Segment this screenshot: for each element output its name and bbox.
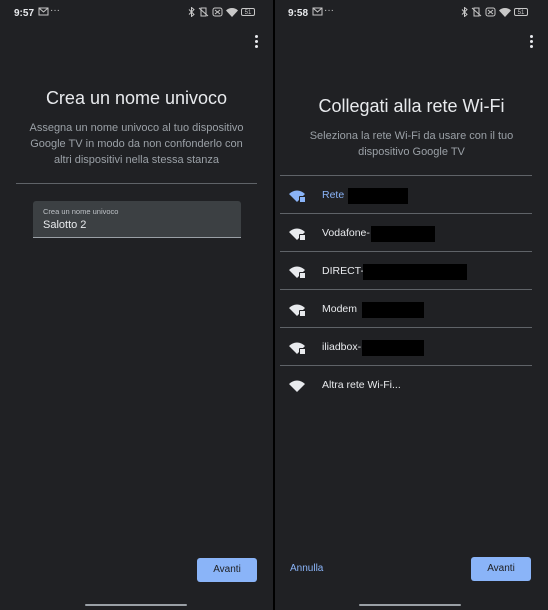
status-time: 9:58 [288,8,309,19]
bluetooth-icon [461,6,468,19]
lock-icon [299,272,306,279]
gesture-nav-handle[interactable] [85,604,187,606]
wifi-ssid: Altra rete Wi-Fi... [322,379,401,391]
status-bar: 9:58 ··· 51 [275,0,548,26]
redacted-ssid [371,226,435,242]
vibrate-off-icon [471,7,482,19]
wifi-network-item[interactable]: Modem [275,290,548,328]
bluetooth-icon [188,6,195,19]
wifi-icon [226,7,238,19]
redacted-ssid [348,188,408,204]
page-title: Collegati alla rete Wi-Fi [318,96,505,116]
status-bar: 9:57 ··· 51 [0,0,273,26]
more-notifications-icon: ··· [324,5,334,16]
wifi-ssid: DIRECT- [322,265,364,277]
overflow-menu-icon[interactable] [251,34,261,50]
status-time: 9:57 [14,8,35,19]
redacted-ssid [362,340,424,356]
wifi-ssid: Vodafone- [322,227,370,239]
alarm-icon [485,7,496,19]
gesture-nav-handle[interactable] [359,604,461,606]
wifi-network-item[interactable]: Altra rete Wi-Fi... [275,366,548,404]
wifi-network-item[interactable]: Vodafone- [275,214,548,252]
wifi-ssid: Modem [322,303,358,315]
cancel-button[interactable]: Annulla [290,563,323,574]
page-description: Assegna un nome univoco al tuo dispositi… [29,122,244,166]
alarm-icon [212,7,223,19]
device-name-field[interactable]: Crea un nome univoco Salotto 2 [33,201,241,238]
redacted-ssid [363,264,467,280]
page-title: Crea un nome univoco [45,88,228,108]
gmail-icon [312,7,323,18]
wifi-network-item[interactable]: DIRECT- [275,252,548,290]
wifi-icon [289,379,305,392]
wifi-network-item[interactable]: Rete [275,176,548,214]
vibrate-off-icon [198,7,209,19]
gmail-icon [38,7,49,18]
name-device-screen: 9:57 ··· 51 Crea un nome univoco Assegna… [0,0,273,610]
battery-icon: 51 [514,8,528,16]
lock-icon [299,234,306,241]
wifi-icon [499,7,511,19]
wifi-network-item[interactable]: iliadbox- [275,328,548,366]
next-button[interactable]: Avanti [471,557,531,581]
next-button[interactable]: Avanti [197,558,257,582]
wifi-select-screen: 9:58 ··· 51 Collegati alla rete Wi-Fi Se… [275,0,548,610]
wifi-ssid: Rete [322,189,345,201]
more-notifications-icon: ··· [50,5,60,16]
wifi-network-list: Rete Vodafone- DIRECT- Modem iliadbox- Altra … [275,176,548,404]
battery-icon: 51 [241,8,255,16]
lock-icon [299,310,306,317]
device-name-label: Crea un nome univoco [43,207,119,216]
lock-icon [299,196,306,203]
page-description: Seleziona la rete Wi-Fi da usare con il … [309,130,514,158]
divider [16,183,257,184]
lock-icon [299,348,306,355]
redacted-ssid [362,302,424,318]
overflow-menu-icon[interactable] [526,34,536,50]
device-name-value[interactable]: Salotto 2 [43,219,86,231]
wifi-ssid: iliadbox- [322,341,362,353]
